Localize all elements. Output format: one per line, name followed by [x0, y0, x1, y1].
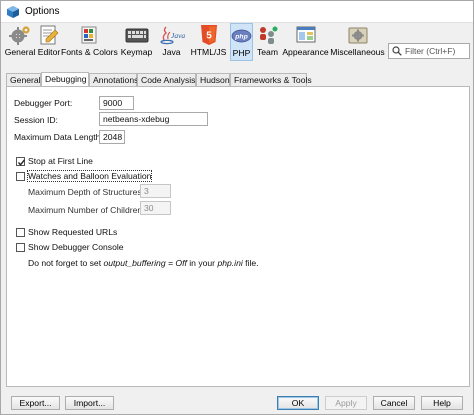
export-button[interactable]: Export... — [11, 396, 60, 410]
php-icon-text: php — [234, 34, 247, 41]
stop-at-first-line-checkbox[interactable]: Stop at First Line — [16, 156, 156, 168]
category-label: Editor — [37, 47, 61, 57]
checkbox-box[interactable] — [16, 157, 26, 166]
html5-icon: 5 — [200, 25, 217, 45]
session-id-input[interactable]: netbeans-xdebug — [99, 112, 208, 126]
output-buffering-note: Do not forget to set output_buffering = … — [28, 258, 259, 268]
max-data-length-label: Maximum Data Length: — [14, 132, 103, 142]
max-children-input[interactable]: 30 — [140, 201, 171, 215]
php-icon: php — [231, 29, 252, 43]
tab-code-analysis[interactable]: Code Analysis — [137, 73, 196, 87]
tab-hudson[interactable]: Hudson — [196, 73, 230, 87]
debugging-panel: Debugger Port: 9000 Session ID: netbeans… — [6, 86, 470, 387]
category-label: HTML/JS — [190, 47, 227, 57]
title-bar: Options — [1, 1, 473, 23]
window-title: Options — [25, 6, 60, 17]
debugger-port-input[interactable]: 9000 — [99, 96, 134, 110]
checkbox-box[interactable] — [16, 243, 25, 252]
note-filename: php.ini — [217, 258, 243, 268]
checkbox-label: Stop at First Line — [28, 156, 93, 166]
checkbox-label: Show Requested URLs — [28, 227, 118, 237]
tab-general[interactable]: General — [6, 73, 41, 87]
category-label: Miscellaneous — [330, 47, 385, 57]
category-team[interactable]: Team — [254, 23, 281, 61]
search-icon — [392, 46, 402, 56]
options-window: Options General Editor Fonts & Colors Ke… — [0, 0, 474, 415]
watches-balloon-checkbox[interactable]: Watches and Balloon Evaluation — [16, 170, 216, 183]
note-text: file. — [242, 258, 259, 268]
note-setting: output_buffering = Off — [103, 258, 187, 268]
category-fonts-colors[interactable]: Fonts & Colors — [61, 23, 118, 61]
category-keymap[interactable]: Keymap — [118, 23, 155, 61]
session-id-label: Session ID: — [14, 115, 58, 125]
checkbox-box[interactable] — [16, 228, 25, 237]
category-appearance[interactable]: Appearance — [282, 23, 329, 61]
fonts-colors-icon — [81, 26, 97, 44]
category-label: Appearance — [282, 47, 329, 57]
help-button[interactable]: Help — [421, 396, 463, 410]
editor-icon — [40, 25, 59, 45]
debugger-port-label: Debugger Port: — [14, 98, 73, 108]
search-input[interactable] — [404, 44, 469, 58]
java-icon: Java — [159, 26, 185, 45]
miscellaneous-icon — [348, 27, 367, 44]
category-html-js[interactable]: 5 HTML/JS — [188, 23, 229, 61]
category-editor[interactable]: Editor — [37, 23, 61, 61]
tab-debugging[interactable]: Debugging — [41, 72, 89, 87]
note-text: Do not forget to set — [28, 258, 104, 268]
category-label: General — [4, 47, 36, 57]
apply-button[interactable]: Apply — [325, 396, 367, 410]
category-label: PHP — [232, 48, 251, 58]
show-debugger-console-checkbox[interactable]: Show Debugger Console — [16, 242, 156, 254]
gear-icon — [9, 26, 30, 45]
tab-annotations[interactable]: Annotations — [89, 73, 138, 87]
tab-frameworks-tools[interactable]: Frameworks & Tools — [230, 73, 312, 87]
category-miscellaneous[interactable]: Miscellaneous — [330, 23, 385, 61]
html5-icon-text: 5 — [206, 31, 212, 42]
category-label: Team — [256, 47, 278, 57]
max-children-label: Maximum Number of Children: — [28, 205, 145, 215]
max-depth-input[interactable]: 3 — [140, 184, 171, 198]
search-box[interactable] — [388, 43, 470, 59]
netbeans-app-icon — [7, 6, 19, 18]
checkbox-box[interactable] — [16, 172, 25, 181]
ok-button[interactable]: OK — [277, 396, 319, 410]
appearance-icon — [296, 26, 315, 43]
max-depth-label: Maximum Depth of Structures: — [28, 187, 145, 197]
max-data-length-input[interactable]: 2048 — [99, 130, 125, 144]
keymap-icon — [125, 28, 148, 43]
import-button[interactable]: Import... — [65, 396, 114, 410]
note-text: in your — [186, 258, 218, 268]
show-requested-urls-checkbox[interactable]: Show Requested URLs — [16, 227, 156, 239]
category-label: Keymap — [120, 47, 153, 57]
java-icon-text: Java — [171, 31, 185, 40]
category-label: Fonts & Colors — [61, 47, 118, 57]
checkbox-label: Watches and Balloon Evaluation — [26, 170, 153, 182]
team-icon — [259, 26, 277, 44]
category-toolbar: General Editor Fonts & Colors Keymap Jav… — [1, 23, 473, 67]
category-label: Java — [162, 47, 181, 57]
category-java[interactable]: Java Java — [156, 23, 187, 61]
checkmark-icon — [17, 159, 26, 166]
checkbox-label: Show Debugger Console — [28, 242, 124, 252]
category-general[interactable]: General — [3, 23, 37, 61]
cancel-button[interactable]: Cancel — [373, 396, 415, 410]
category-php[interactable]: php PHP — [230, 23, 253, 61]
